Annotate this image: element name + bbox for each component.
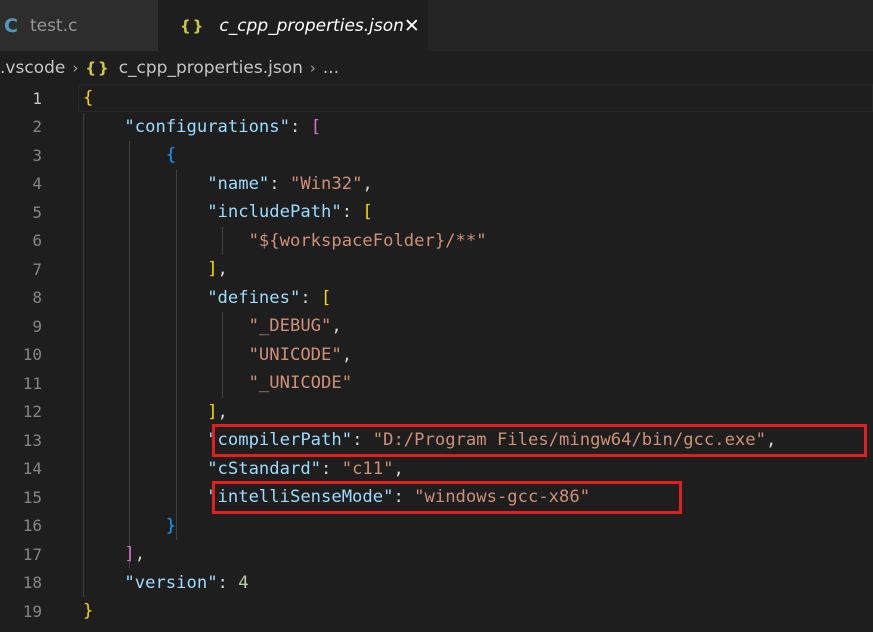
line-number: 11	[22, 373, 42, 393]
line-number: 14	[22, 459, 42, 479]
code-text: "${workspaceFolder}/**"	[248, 230, 487, 251]
code-text: "version": 4	[124, 572, 249, 593]
line-number: 8	[32, 288, 42, 308]
code-line-8: 8 "defines": [	[0, 284, 873, 313]
code-text: "includePath": [	[207, 202, 373, 223]
line-number: 9	[32, 316, 42, 336]
line-number: 17	[22, 544, 42, 564]
code-editor[interactable]: 1 { 2 "configurations": [ 3 { 4 "name": …	[0, 84, 873, 632]
line-number: 1	[32, 88, 42, 108]
code-line-9: 9 "_DEBUG",	[0, 312, 873, 341]
code-text: }	[83, 601, 94, 622]
code-text: ],	[207, 259, 228, 280]
code-line-18: 18 "version": 4	[0, 569, 873, 598]
code-line-4: 4 "name": "Win32",	[0, 170, 873, 199]
code-text: ],	[207, 401, 228, 422]
code-line-1: 1 {	[0, 84, 873, 113]
code-text: "defines": [	[207, 287, 332, 308]
line-number: 3	[32, 145, 42, 165]
tab-test-c[interactable]: C test.c	[0, 0, 158, 51]
code-line-3: 3 {	[0, 141, 873, 170]
tab-label: c_cpp_properties.json	[219, 15, 404, 36]
chevron-right-icon: ›	[72, 59, 79, 77]
tab-bar: C test.c {} c_cpp_properties.json ✕	[0, 0, 873, 51]
code-text: }	[165, 515, 177, 536]
line-number: 12	[22, 402, 42, 422]
code-line-2: 2 "configurations": [	[0, 113, 873, 142]
code-text: {	[165, 145, 177, 166]
highlight-box-compiler-path	[212, 424, 867, 457]
code-text: {	[83, 88, 94, 109]
code-text: "name": "Win32",	[207, 173, 373, 194]
code-text: "UNICODE",	[248, 344, 353, 365]
code-line-5: 5 "includePath": [	[0, 198, 873, 227]
line-number: 18	[22, 573, 42, 593]
line-number: 19	[22, 601, 42, 621]
code-line-16: 16 }	[0, 512, 873, 541]
highlight-box-intellisense-mode	[212, 481, 682, 514]
line-number: 2	[32, 117, 42, 137]
line-number: 7	[32, 259, 42, 279]
breadcrumb-file[interactable]: c_cpp_properties.json	[119, 58, 303, 78]
current-line-highlight	[78, 84, 873, 112]
code-line-11: 11 "_UNICODE"	[0, 369, 873, 398]
code-text: "cStandard": "c11",	[207, 458, 404, 479]
code-line-7: 7 ],	[0, 255, 873, 284]
code-text: "_UNICODE"	[248, 373, 353, 394]
line-number: 5	[32, 202, 42, 222]
json-file-icon: {}	[85, 59, 111, 77]
code-line-12: 12 ],	[0, 398, 873, 427]
code-text: "configurations": [	[124, 116, 322, 137]
breadcrumb-more[interactable]: ...	[323, 58, 339, 78]
line-number: 15	[22, 487, 42, 507]
breadcrumb-folder[interactable]: .vscode	[0, 58, 65, 78]
line-number: 16	[22, 516, 42, 536]
code-line-17: 17 ],	[0, 540, 873, 569]
c-file-icon: C	[4, 14, 18, 37]
line-number: 13	[22, 430, 42, 450]
tab-label: test.c	[29, 15, 78, 36]
tab-c-cpp-properties[interactable]: {} c_cpp_properties.json ✕	[158, 0, 428, 51]
breadcrumb: .vscode › {} c_cpp_properties.json › ...	[0, 53, 873, 83]
line-number: 4	[32, 174, 42, 194]
code-line-10: 10 "UNICODE",	[0, 341, 873, 370]
code-line-6: 6 "${workspaceFolder}/**"	[0, 227, 873, 256]
json-file-icon: {}	[180, 16, 206, 35]
code-line-14: 14 "cStandard": "c11",	[0, 455, 873, 484]
code-text: ],	[124, 544, 146, 565]
line-number: 10	[22, 345, 42, 365]
line-number: 6	[32, 231, 42, 251]
chevron-right-icon: ›	[309, 59, 316, 77]
close-icon[interactable]: ✕	[404, 15, 420, 37]
code-text: "_DEBUG",	[248, 316, 342, 337]
code-line-19: 19 }	[0, 597, 873, 626]
